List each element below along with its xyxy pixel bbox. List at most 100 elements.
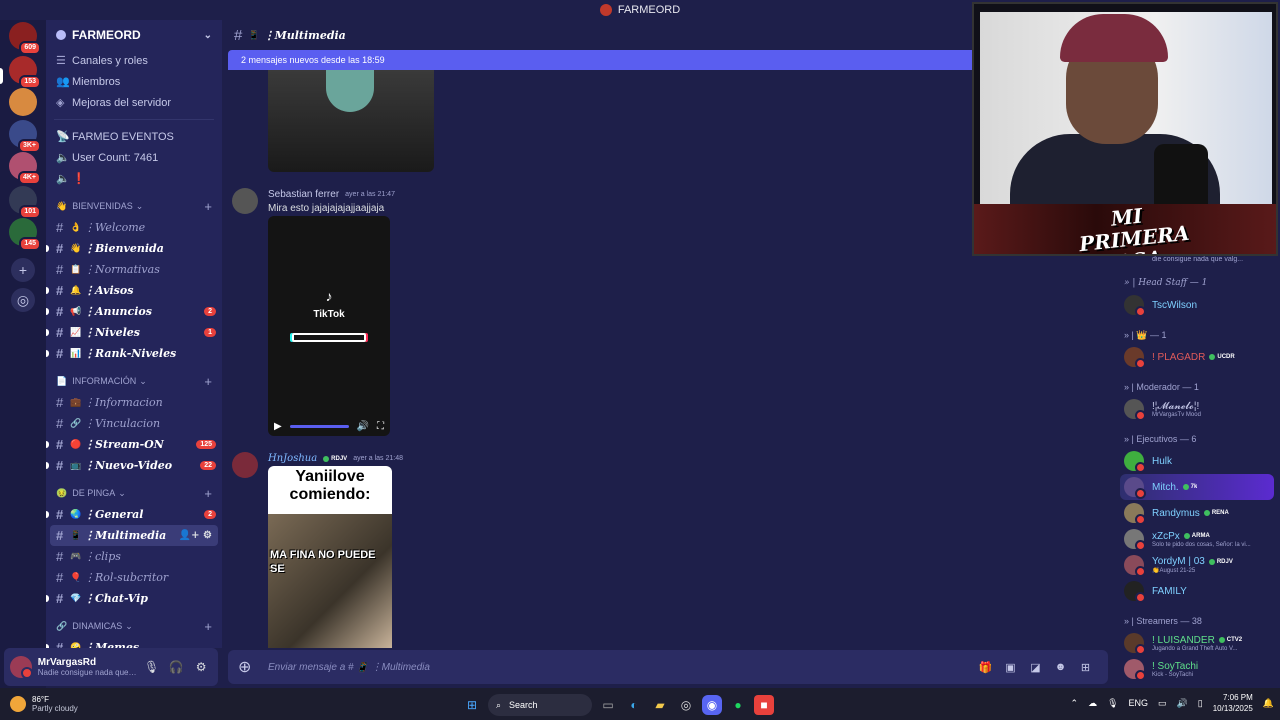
server-icon[interactable]: 609 [9,22,41,55]
nav-channels-roles[interactable]: ☰ Canales y roles [46,50,222,71]
chevron-up-icon[interactable]: ⌃ [1071,698,1079,709]
channel-category[interactable]: 📄 INFORMACIÓN ⌄ + [46,370,222,392]
channel-item[interactable]: # 🔗 ⋮ Vinculacion [46,413,222,434]
display-icon[interactable]: ▭ [1158,698,1167,709]
member-item[interactable]: FAMILY [1112,578,1280,604]
emoji-icon[interactable]: ☻ [1048,661,1073,673]
channel-item[interactable]: # 🔴 ⋮ Stream-ON 125 [46,434,222,455]
channel-item[interactable]: # 👌 ⋮ Welcome [46,217,222,238]
avatar[interactable] [232,452,258,478]
channel-item[interactable]: # 🔔 ⋮ Avisos [46,280,222,301]
member-item[interactable]: Mitch. 7k [1120,474,1274,500]
volume-icon[interactable]: 🔊 [1177,698,1188,709]
channel-category[interactable]: 🔗 DINAMICAS ⌄ + [46,615,222,637]
windows-start-icon[interactable]: ⊞ [462,695,482,715]
microphone-tray-icon[interactable]: 🎙 [1107,698,1118,709]
channel-item[interactable]: # 🌏 ⋮ General 2 [46,504,222,525]
channel-settings-icons[interactable]: 👤+ ⚙ [179,530,212,541]
guild-header[interactable]: FARMEORD ⌄ [46,20,222,50]
server-icon[interactable]: 153 [9,56,41,89]
chevron-down-icon[interactable]: ⌄ [204,30,212,41]
edge-icon[interactable]: ◐ [624,695,644,715]
obs-icon[interactable]: ◎ [676,695,696,715]
server-icon[interactable] [9,88,37,116]
headphones-icon[interactable]: 🎧 [166,660,188,674]
message-author[interactable]: Sebastian ferrer [268,189,339,200]
channel-item[interactable]: # 👋 ⋮ Bienvenida [46,238,222,259]
add-channel-icon[interactable]: + [204,619,212,634]
avatar[interactable] [10,656,33,679]
fullscreen-icon[interactable]: ⛶ [377,421,384,432]
channel-item[interactable]: # 📺 ⋮ Nuevo-Video 22 [46,455,222,476]
language-indicator[interactable]: ENG [1129,698,1149,708]
channel-item[interactable]: # 🤪 ⋮ Memes [46,637,222,648]
server-icon[interactable]: 3K+ [9,120,41,153]
member-item[interactable]: Hulk [1112,448,1280,474]
server-icon[interactable]: 101 [9,186,41,219]
sticker-icon[interactable]: ◪ [1023,661,1048,674]
clock[interactable]: 7:06 PM 10/13/2025 [1213,692,1253,714]
member-item[interactable]: YordyM | 03 RDJV 👏August 21-25 [1112,552,1280,578]
nav-server-boosts[interactable]: ◈ Mejoras del servidor [46,92,222,113]
weather-widget[interactable]: 86°F Partly cloudy [0,695,120,713]
message-author[interactable]: HnJoshua [268,453,317,464]
channel-item[interactable]: # 🎈 ⋮ Rol-subcritor [46,567,222,588]
attachment-image[interactable] [268,70,434,172]
app-icon[interactable]: ■ [754,695,774,715]
avatar[interactable] [232,188,258,214]
member-item[interactable]: ! PLAGADR UCDR [1112,344,1280,370]
event-channel[interactable]: 📡 FARMEO EVENTOS [46,126,222,147]
channel-item[interactable]: # 💎 ⋮ Chat-Vip [46,588,222,609]
member-tag: 7k [1182,484,1197,490]
server-icon[interactable]: 145 [9,218,41,251]
add-channel-icon[interactable]: + [204,486,212,501]
member-item[interactable]: Randymus RENA [1112,500,1280,526]
folder-icon[interactable]: ▰ [650,695,670,715]
member-item[interactable]: ! LUISANDER CTV2 Jugando a Grand Theft Aut… [1112,630,1280,656]
message-input[interactable] [268,661,973,673]
member-item[interactable]: ! SoyTachi Kick - SoyTachi [1112,656,1280,682]
user-count-channel[interactable]: 🔈 User Count: 7461 [46,147,222,168]
member-group-header: » | Moderador — 1 [1124,382,1199,392]
battery-icon[interactable]: ▯ [1198,698,1203,709]
taskbar-search[interactable]: ⌕ Search [488,694,592,716]
meme-image[interactable]: Yaniilove comiendo: MA FINA NO PUEDE SE [268,466,392,648]
new-messages-bar[interactable]: 2 mensajes nuevos desde las 18:59 [228,50,972,70]
add-server-button[interactable]: + [11,258,35,282]
microphone-icon[interactable]: 🎙 [141,660,163,674]
play-icon[interactable]: ▶ [274,421,282,432]
channel-item[interactable]: # 📢 ⋮ Anuncios 2 [46,301,222,322]
member-info: Hulk [1152,456,1172,467]
channel-item[interactable]: # 📈 ⋮ Niveles 1 [46,322,222,343]
notification-icon[interactable]: 🔔 [1263,698,1274,709]
gif-icon[interactable]: ▣ [998,661,1023,674]
nav-members[interactable]: 👥 Miembros [46,71,222,92]
channel-category[interactable]: 🤢 DE PINGA ⌄ + [46,482,222,504]
volume-icon[interactable]: 🔊 [357,421,369,432]
channel-item[interactable]: # 🎮 ⋮ clips [46,546,222,567]
member-item[interactable]: xZcPx ARMA Solo te pido dos cosas, Señor: … [1112,526,1280,552]
video-embed[interactable]: ♪ TikTok ▶ 🔊 ⛶ [268,216,390,436]
member-item[interactable]: TscWilson [1112,292,1280,318]
alert-channel[interactable]: 🔈 ❗ [46,168,222,189]
member-item[interactable]: !¦𝓜𝓪𝓷𝓮𝓵𝓸¦! MrVargasTv Mood [1112,396,1280,422]
add-channel-icon[interactable]: + [204,374,212,389]
spotify-icon[interactable]: ● [728,695,748,715]
discord-icon[interactable]: ◉ [702,695,722,715]
add-attachment-button[interactable]: ⊕ [238,657,258,677]
video-progress[interactable] [289,424,349,428]
gift-icon[interactable]: 🎁 [973,661,998,674]
channel-item[interactable]: # 📱 ⋮ Multimedia 👤+ ⚙ [50,525,218,546]
channel-item[interactable]: # 💼 ⋮ Informacion [46,392,222,413]
channel-item[interactable]: # 📋 ⋮ Normativas [46,259,222,280]
add-channel-icon[interactable]: + [204,199,212,214]
channel-item[interactable]: # 📊 ⋮ Rank-Niveles [46,343,222,364]
user-info[interactable]: MrVargasRd Nadie consigue nada que va... [38,657,138,677]
network-icon[interactable]: ☁ [1088,698,1097,709]
gear-icon[interactable]: ⚙ [190,660,212,674]
discover-button[interactable]: ◎ [11,288,35,312]
server-icon[interactable]: 4K+ [9,152,41,185]
channel-category[interactable]: 👋 BIENVENIDAS ⌄ + [46,195,222,217]
task-view-icon[interactable]: ▭ [598,695,618,715]
apps-icon[interactable]: ⊞ [1073,661,1098,674]
